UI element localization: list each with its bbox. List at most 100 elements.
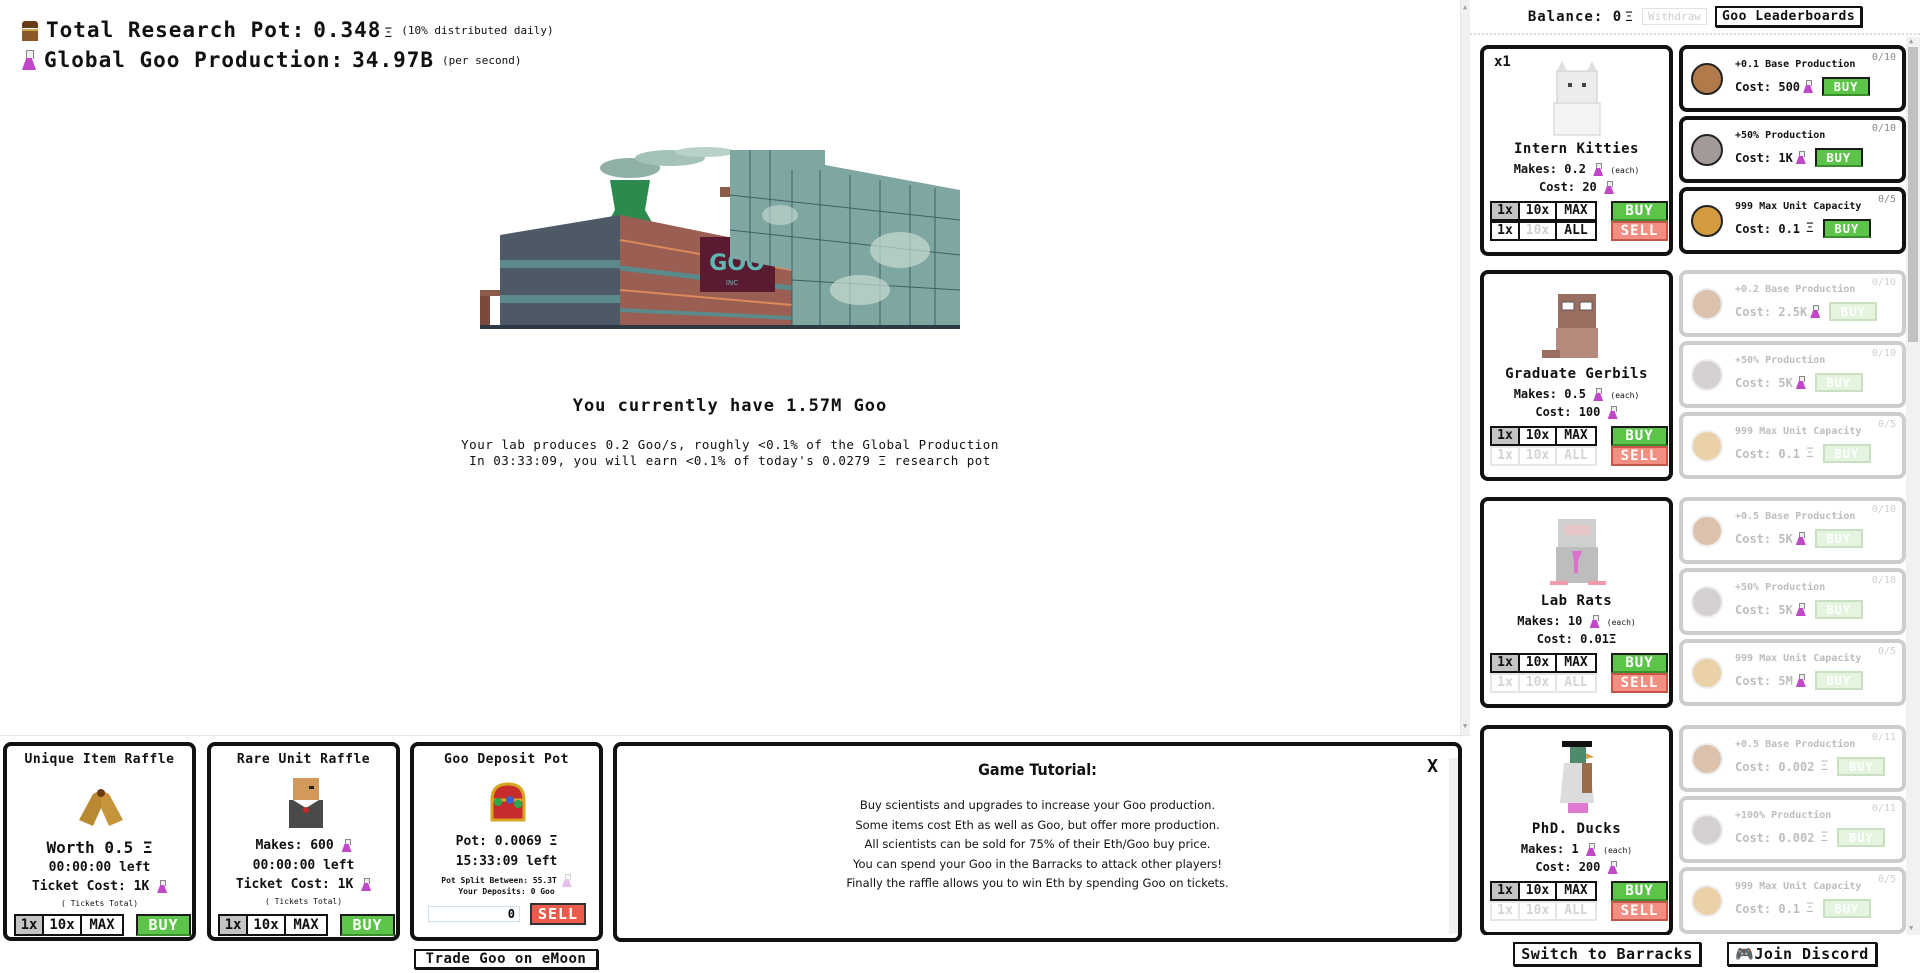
join-discord-button[interactable]: 🎮Join Discord [1727, 942, 1877, 966]
main-scrollbar[interactable]: ▲ ▼ [1460, 0, 1470, 735]
unit-sell-button[interactable]: SELL [1611, 901, 1668, 921]
trade-goo-emoon-link[interactable]: Trade Goo on eMoon [414, 949, 598, 969]
unit-cost: Cost: 200 [1484, 860, 1669, 874]
sell-qty-1x-button[interactable]: 1x [1492, 448, 1520, 464]
tutorial-line: Some items cost Eth as well as Goo, but … [855, 817, 1220, 832]
buy-qty-1x-button[interactable]: 1x [1492, 428, 1520, 444]
buy-qty-max-button[interactable]: MAX [1557, 203, 1595, 219]
upgrade-coin-icon [1691, 515, 1723, 547]
sell-qty-1x-button[interactable]: 1x [1492, 675, 1520, 691]
qty-10x-button[interactable]: 10x [248, 916, 286, 934]
sell-qty-all-button[interactable]: ALL [1557, 675, 1595, 691]
switch-to-barracks-button[interactable]: Switch to Barracks [1513, 942, 1701, 966]
eth-icon: Ξ [1806, 446, 1814, 461]
scroll-up-arrow-icon[interactable]: ▲ [1463, 3, 1467, 11]
qty-max-button[interactable]: MAX [82, 916, 122, 934]
qty-1x-button[interactable]: 1x [220, 916, 248, 934]
deposit-amount-input[interactable] [428, 906, 520, 922]
unit-buy-button[interactable]: BUY [1611, 201, 1668, 221]
scroll-down-arrow-icon[interactable]: ▼ [1909, 924, 1913, 932]
upgrade-level: 0/5 [1877, 419, 1896, 430]
deposit-pot-split: Pot Split Between: 55.3T [414, 874, 599, 887]
sell-qty-all-button[interactable]: ALL [1557, 903, 1595, 919]
upgrade-title: +50% Production [1735, 355, 1826, 366]
upgrade-title: 999 Max Unit Capacity [1735, 201, 1862, 212]
goo-leaderboards-button[interactable]: Goo Leaderboards [1714, 6, 1863, 27]
unit-sell-button[interactable]: SELL [1611, 446, 1668, 466]
scroll-up-arrow-icon[interactable]: ▲ [1909, 37, 1913, 45]
raffle-time-left: 00:00:00 left [48, 860, 151, 875]
upgrade-cost: Cost: 500 BUY [1735, 77, 1871, 96]
buy-qty-10x-button[interactable]: 10x [1520, 883, 1557, 899]
buy-qty-max-button[interactable]: MAX [1557, 883, 1595, 899]
upgrade-buy-button[interactable]: BUY [1837, 757, 1886, 776]
unit-name: PhD. Ducks [1531, 821, 1622, 837]
upgrade-buy-button[interactable]: BUY [1814, 671, 1863, 690]
unit-list-scrollbar[interactable]: ▲ ▼ [1906, 37, 1920, 935]
sell-qty-all-button[interactable]: ALL [1557, 448, 1595, 464]
upgrade-title: 999 Max Unit Capacity [1735, 426, 1862, 437]
tutorial-lines: Buy scientists and upgrades to increase … [617, 796, 1458, 894]
buy-qty-max-button[interactable]: MAX [1557, 655, 1595, 671]
unit-sprite-icon [1549, 519, 1606, 585]
deposit-sell-button[interactable]: SELL [530, 903, 586, 925]
upgrade-coin-icon [1691, 586, 1723, 618]
unit-name: Lab Rats [1540, 593, 1613, 609]
raffle-title: Unique Item Raffle [24, 752, 175, 767]
sell-qty-10x-button[interactable]: 10x [1520, 223, 1557, 239]
buy-qty-10x-button[interactable]: 10x [1520, 655, 1557, 671]
goo-flask-icon [1593, 388, 1603, 401]
qty-10x-button[interactable]: 10x [44, 916, 82, 934]
upgrade-level: 0/10 [1871, 277, 1896, 288]
raffle-buy-button[interactable]: BUY [136, 914, 191, 936]
scrollbar-thumb[interactable] [1908, 47, 1918, 342]
research-pot-stat: Total Research Pot: 0.348 Ξ (10% distribu… [22, 18, 554, 42]
upgrade-buy-button[interactable]: BUY [1837, 828, 1886, 847]
unit-list: x1 Intern Kitties Makes: 0.2 (each) Cost: 2… [1470, 37, 1920, 935]
buy-qty-1x-button[interactable]: 1x [1492, 203, 1520, 219]
upgrade-card: 0/11 +0.5 Base Production Cost: 0.002 Ξ BUY [1679, 725, 1906, 792]
buy-qty-10x-button[interactable]: 10x [1520, 428, 1557, 444]
unit-buy-button[interactable]: BUY [1611, 881, 1668, 901]
unit-owned-count: x1 [1494, 54, 1511, 70]
goo-flask-icon [1586, 843, 1596, 856]
buy-qty-10x-button[interactable]: 10x [1520, 203, 1557, 219]
upgrade-buy-button[interactable]: BUY [1814, 148, 1863, 167]
unit-sprite-icon [1559, 741, 1594, 813]
qty-max-button[interactable]: MAX [286, 916, 326, 934]
unit-sell-button[interactable]: SELL [1611, 673, 1668, 693]
upgrade-buy-button[interactable]: BUY [1814, 600, 1863, 619]
qty-1x-button[interactable]: 1x [16, 916, 44, 934]
sell-qty-all-button[interactable]: ALL [1557, 223, 1595, 239]
unit-buy-button[interactable]: BUY [1611, 426, 1668, 446]
goo-sign-sub: INC [726, 279, 738, 287]
withdraw-button[interactable]: Withdraw [1641, 8, 1707, 25]
sell-qty-1x-button[interactable]: 1x [1492, 903, 1520, 919]
upgrade-buy-button[interactable]: BUY [1814, 529, 1863, 548]
unit-sell-button[interactable]: SELL [1611, 221, 1668, 241]
raffle-buy-button[interactable]: BUY [340, 914, 395, 936]
unit-buy-button[interactable]: BUY [1611, 653, 1668, 673]
upgrade-level: 0/11 [1871, 732, 1896, 743]
upgrade-buy-button[interactable]: BUY [1829, 302, 1878, 321]
upgrade-buy-button[interactable]: BUY [1822, 219, 1871, 238]
upgrade-cost: Cost: 0.1 Ξ BUY [1735, 219, 1871, 238]
close-icon[interactable]: X [1427, 756, 1438, 777]
upgrade-level: 0/5 [1877, 194, 1896, 205]
sell-qty-1x-button[interactable]: 1x [1492, 223, 1520, 239]
upgrade-buy-button[interactable]: BUY [1822, 444, 1871, 463]
buy-qty-1x-button[interactable]: 1x [1492, 655, 1520, 671]
sell-qty-10x-button[interactable]: 10x [1520, 448, 1557, 464]
tutorial-line: All scientists can be sold for 75% of th… [864, 837, 1211, 851]
global-production-label: Global Goo Production: [44, 48, 345, 72]
upgrade-buy-button[interactable]: BUY [1822, 77, 1871, 96]
sell-qty-10x-button[interactable]: 10x [1520, 675, 1557, 691]
scroll-down-arrow-icon[interactable]: ▼ [1463, 722, 1467, 730]
upgrade-buy-button[interactable]: BUY [1822, 899, 1871, 918]
sell-qty-10x-button[interactable]: 10x [1520, 903, 1557, 919]
upgrade-buy-button[interactable]: BUY [1814, 373, 1863, 392]
upgrade-card: 0/10 +0.1 Base Production Cost: 500 BUY [1679, 45, 1906, 112]
buy-qty-1x-button[interactable]: 1x [1492, 883, 1520, 899]
upgrade-title: +0.5 Base Production [1735, 739, 1856, 750]
buy-qty-max-button[interactable]: MAX [1557, 428, 1595, 444]
